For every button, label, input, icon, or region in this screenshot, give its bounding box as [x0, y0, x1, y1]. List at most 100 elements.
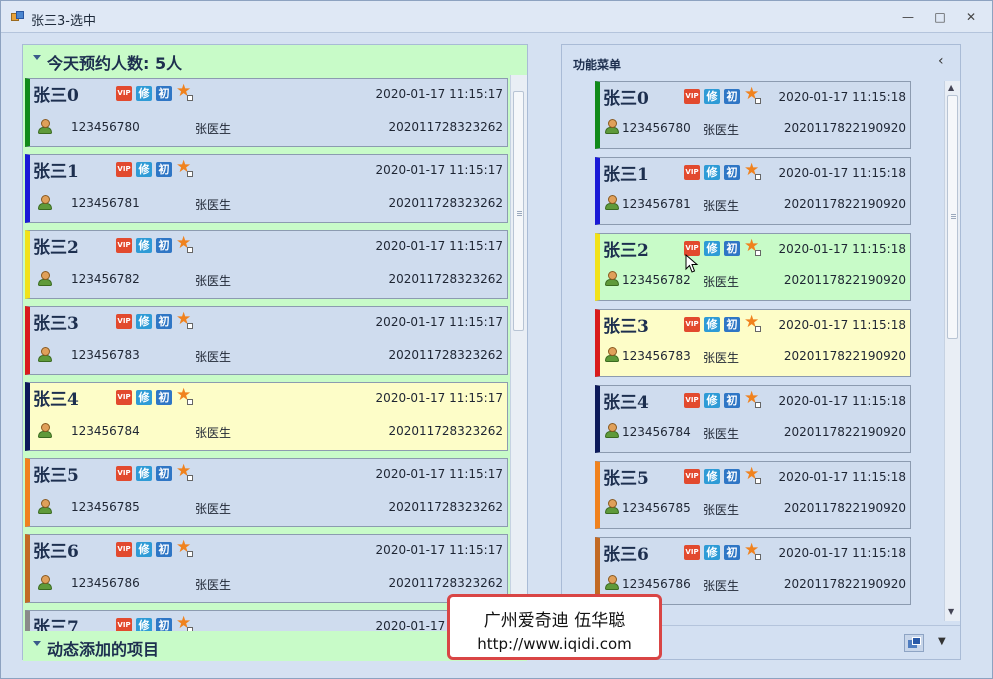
vip-badge-icon: VIP	[116, 542, 132, 557]
doctor-name: 张医生	[195, 122, 232, 136]
patient-avatar-icon	[605, 347, 619, 363]
right-scrollbar[interactable]: ▲ ▼	[944, 81, 960, 621]
expand-arrow-icon[interactable]	[33, 55, 41, 60]
first-visit-badge-icon: 初	[156, 466, 172, 481]
star-icon: ★	[744, 236, 761, 256]
left-scroll-thumb[interactable]	[513, 91, 524, 331]
vip-badge-icon: VIP	[116, 390, 132, 405]
first-visit-badge-icon: 初	[156, 162, 172, 177]
patient-avatar-icon	[38, 347, 52, 363]
patient-name: 张三0	[33, 86, 79, 106]
vip-badge-icon: VIP	[684, 393, 700, 408]
appointment-time: 2020-01-17 11:15:18	[778, 394, 906, 408]
revisit-badge-icon: 修	[704, 393, 720, 408]
patient-name: 张三6	[33, 542, 79, 562]
appointment-time: 2020-01-17 11:15:18	[778, 242, 906, 256]
first-visit-badge-icon: 初	[724, 545, 740, 560]
appointment-card[interactable]: 张三5 VIP 修初 ★ 2020-01-17 11:15:17 123456785 张医生…	[25, 458, 508, 527]
appointment-card[interactable]: 张三3 VIP 修初 ★ 2020-01-17 11:15:18 123456783 张医生…	[595, 309, 911, 377]
appointment-card[interactable]: 张三0 VIP 修初 ★ 2020-01-17 11:15:17 123456780 张医生…	[25, 78, 508, 147]
patient-avatar-icon	[38, 575, 52, 591]
patient-name: 张三1	[33, 162, 79, 182]
minimize-icon[interactable]: —	[899, 9, 917, 25]
doctor-name: 张医生	[703, 427, 740, 441]
appointment-code: 2020117822190920	[783, 349, 906, 363]
appointment-time: 2020-01-17 11:15:17	[375, 239, 503, 253]
star-icon: ★	[176, 157, 193, 177]
scroll-up-icon[interactable]: ▲	[948, 83, 954, 92]
revisit-badge-icon: 修	[704, 317, 720, 332]
left-scrollbar[interactable]	[510, 75, 527, 631]
vip-badge-icon: VIP	[684, 89, 700, 104]
scroll-down-icon[interactable]: ▼	[948, 607, 954, 616]
patient-name: 张三4	[603, 393, 649, 413]
doctor-name: 张医生	[703, 351, 740, 365]
expand-arrow-icon[interactable]	[33, 641, 41, 646]
appointment-card[interactable]: 张三2 VIP 修初 ★ 2020-01-17 11:15:17 123456782 张医生…	[25, 230, 508, 299]
patient-name: 张三5	[603, 469, 649, 489]
patient-phone: 123456782	[622, 273, 691, 287]
appointment-time: 2020-01-17 11:15:18	[778, 546, 906, 560]
star-icon: ★	[176, 385, 193, 405]
title-bar: 张三3-选中 — □ ✕	[1, 1, 992, 33]
appointment-card[interactable]: 张三3 VIP 修初 ★ 2020-01-17 11:15:17 123456783 张医生…	[25, 306, 508, 375]
collapse-chevron-icon[interactable]: ‹	[938, 53, 944, 69]
right-scroll-thumb[interactable]	[947, 95, 958, 339]
app-window: 张三3-选中 — □ ✕ 今天预约人数: 5人 张三0 VIP 修初 ★ 2020-01…	[0, 0, 993, 679]
patient-avatar-icon	[605, 271, 619, 287]
appointment-code: 202011728323262	[388, 500, 503, 514]
appointment-card[interactable]: 张三7 VIP 修初 ★ 2020-01-17 11:15:17	[25, 610, 508, 631]
patient-avatar-icon	[605, 423, 619, 439]
appointment-time: 2020-01-17 11:15:18	[778, 166, 906, 180]
patient-avatar-icon	[38, 271, 52, 287]
patient-phone: 123456783	[622, 349, 691, 363]
watermark-author: 广州爱奇迪 伍华聪	[483, 611, 626, 631]
vip-badge-icon: VIP	[116, 238, 132, 253]
doctor-name: 张医生	[703, 199, 740, 213]
revisit-badge-icon: 修	[136, 314, 152, 329]
patient-name: 张三3	[33, 314, 79, 334]
vip-badge-icon: VIP	[684, 469, 700, 484]
doctor-name: 张医生	[195, 350, 232, 364]
appointment-card[interactable]: 张三0 VIP 修初 ★ 2020-01-17 11:15:18 123456780 张医生…	[595, 81, 911, 149]
patient-name: 张三0	[603, 89, 649, 109]
patient-phone: 123456786	[622, 577, 691, 591]
appointment-card[interactable]: 张三4 VIP 修初 ★ 2020-01-17 11:15:17 123456784 张医生…	[25, 382, 508, 451]
vip-badge-icon: VIP	[116, 314, 132, 329]
patient-name: 张三5	[33, 466, 79, 486]
appointment-card[interactable]: 张三1 VIP 修初 ★ 2020-01-17 11:15:18 123456781 张医生…	[595, 157, 911, 225]
appointment-card[interactable]: 张三5 VIP 修初 ★ 2020-01-17 11:15:18 123456785 张医生…	[595, 461, 911, 529]
doctor-name: 张医生	[195, 426, 232, 440]
patient-name: 张三4	[33, 390, 79, 410]
appointment-card[interactable]: 张三2 VIP 修初 ★ 2020-01-17 11:15:18 123456782 张医生…	[595, 233, 911, 301]
star-icon: ★	[176, 461, 193, 481]
appointment-time: 2020-01-17 11:15:17	[375, 391, 503, 405]
appointment-card[interactable]: 张三1 VIP 修初 ★ 2020-01-17 11:15:17 123456781 张医生…	[25, 154, 508, 223]
doctor-name: 张医生	[703, 503, 740, 517]
first-visit-badge-icon: 初	[156, 618, 172, 631]
close-icon[interactable]: ✕	[962, 9, 980, 25]
patient-name: 张三2	[33, 238, 79, 258]
patient-phone: 123456783	[71, 348, 140, 362]
appointment-code: 202011728323262	[388, 120, 503, 134]
maximize-icon[interactable]: □	[931, 9, 949, 25]
dropdown-arrow-icon[interactable]: ▼	[938, 636, 946, 647]
first-visit-badge-icon: 初	[724, 393, 740, 408]
appointment-time: 2020-01-17 11:15:18	[778, 318, 906, 332]
appointment-panel: 今天预约人数: 5人 张三0 VIP 修初 ★ 2020-01-17 11:15:17 1…	[22, 44, 528, 661]
patient-phone: 123456785	[71, 500, 140, 514]
appointment-card[interactable]: 张三4 VIP 修初 ★ 2020-01-17 11:15:18 123456784 张医生…	[595, 385, 911, 453]
patient-avatar-icon	[605, 195, 619, 211]
window-layout-icon[interactable]	[904, 634, 924, 652]
appointment-card[interactable]: 张三6 VIP 修初 ★ 2020-01-17 11:15:17 123456786 张医生…	[25, 534, 508, 603]
today-group-header[interactable]: 今天预约人数: 5人	[23, 45, 527, 75]
patient-phone: 123456782	[71, 272, 140, 286]
revisit-badge-icon: 修	[704, 89, 720, 104]
patient-avatar-icon	[38, 499, 52, 515]
appointment-code: 202011728323262	[388, 196, 503, 210]
patient-avatar-icon	[38, 195, 52, 211]
patient-phone: 123456786	[71, 576, 140, 590]
mouse-cursor-icon	[685, 254, 699, 273]
appointment-code: 2020117822190920	[783, 577, 906, 591]
vip-badge-icon: VIP	[684, 545, 700, 560]
